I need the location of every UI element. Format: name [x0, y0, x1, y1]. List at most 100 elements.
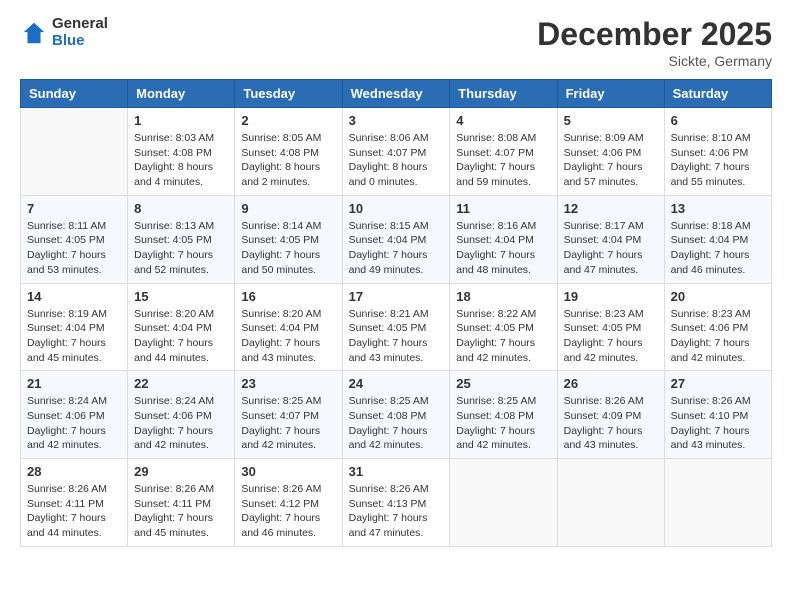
calendar-cell: 2 Sunrise: 8:05 AM Sunset: 4:08 PM Daylig… — [235, 108, 342, 196]
day-number: 17 — [349, 289, 444, 304]
day-number: 25 — [456, 376, 550, 391]
calendar-cell: 30 Sunrise: 8:26 AM Sunset: 4:12 PM Dayli… — [235, 459, 342, 547]
calendar-cell: 5Sunrise: 8:09 AM Sunset: 4:06 PM Daylig… — [557, 108, 664, 196]
calendar-cell: 28 Sunrise: 8:26 AM Sunset: 4:11 PM Dayli… — [21, 459, 128, 547]
calendar-cell: 10 Sunrise: 8:15 AM Sunset: 4:04 PM Dayli… — [342, 195, 450, 283]
logo-general: General — [52, 16, 108, 33]
calendar-cell: 6 Sunrise: 8:10 AM Sunset: 4:06 PM Daylig… — [664, 108, 771, 196]
day-number: 2 — [241, 113, 335, 128]
day-number: 27 — [671, 376, 765, 391]
weekday-header: Sunday — [21, 80, 128, 108]
day-info: Sunrise: 8:10 AM Sunset: 4:06 PM Dayligh… — [671, 131, 765, 190]
calendar-cell: 27 Sunrise: 8:26 AM Sunset: 4:10 PM Dayli… — [664, 371, 771, 459]
day-info: Sunrise: 8:26 AM Sunset: 4:12 PM Dayligh… — [241, 482, 335, 541]
calendar-cell: 13 Sunrise: 8:18 AM Sunset: 4:04 PM Dayli… — [664, 195, 771, 283]
calendar-week-row: 14 Sunrise: 8:19 AM Sunset: 4:04 PM Dayli… — [21, 283, 772, 371]
day-info: Sunrise: 8:08 AM Sunset: 4:07 PM Dayligh… — [456, 131, 550, 190]
day-info: Sunrise: 8:17 AM Sunset: 4:04 PM Dayligh… — [564, 219, 658, 278]
day-number: 12 — [564, 201, 658, 216]
day-number: 24 — [349, 376, 444, 391]
weekday-header: Saturday — [664, 80, 771, 108]
day-info: Sunrise: 8:23 AM Sunset: 4:05 PM Dayligh… — [564, 307, 658, 366]
calendar-table: SundayMondayTuesdayWednesdayThursdayFrid… — [20, 79, 772, 547]
day-info: Sunrise: 8:19 AM Sunset: 4:04 PM Dayligh… — [27, 307, 121, 366]
location: Sickte, Germany — [537, 53, 772, 69]
calendar-week-row: 7 Sunrise: 8:11 AM Sunset: 4:05 PM Daylig… — [21, 195, 772, 283]
page-header: General Blue December 2025 Sickte, Germa… — [20, 16, 772, 69]
day-info: Sunrise: 8:25 AM Sunset: 4:08 PM Dayligh… — [349, 394, 444, 453]
day-info: Sunrise: 8:26 AM Sunset: 4:10 PM Dayligh… — [671, 394, 765, 453]
day-number: 20 — [671, 289, 765, 304]
calendar-cell — [557, 459, 664, 547]
calendar-week-row: 21 Sunrise: 8:24 AM Sunset: 4:06 PM Dayli… — [21, 371, 772, 459]
weekday-header: Friday — [557, 80, 664, 108]
day-info: Sunrise: 8:18 AM Sunset: 4:04 PM Dayligh… — [671, 219, 765, 278]
calendar-cell: 4 Sunrise: 8:08 AM Sunset: 4:07 PM Daylig… — [450, 108, 557, 196]
calendar-cell: 24 Sunrise: 8:25 AM Sunset: 4:08 PM Dayli… — [342, 371, 450, 459]
day-number: 4 — [456, 113, 550, 128]
day-number: 5 — [564, 113, 658, 128]
calendar-cell: 19 Sunrise: 8:23 AM Sunset: 4:05 PM Dayli… — [557, 283, 664, 371]
day-info: Sunrise: 8:25 AM Sunset: 4:07 PM Dayligh… — [241, 394, 335, 453]
weekday-header: Tuesday — [235, 80, 342, 108]
day-number: 14 — [27, 289, 121, 304]
day-number: 10 — [349, 201, 444, 216]
day-info: Sunrise: 8:25 AM Sunset: 4:08 PM Dayligh… — [456, 394, 550, 453]
day-info: Sunrise: 8:20 AM Sunset: 4:04 PM Dayligh… — [134, 307, 228, 366]
day-number: 30 — [241, 464, 335, 479]
weekday-header: Monday — [128, 80, 235, 108]
calendar-cell: 17 Sunrise: 8:21 AM Sunset: 4:05 PM Dayli… — [342, 283, 450, 371]
weekday-header-row: SundayMondayTuesdayWednesdayThursdayFrid… — [21, 80, 772, 108]
calendar-cell: 26 Sunrise: 8:26 AM Sunset: 4:09 PM Dayli… — [557, 371, 664, 459]
day-number: 21 — [27, 376, 121, 391]
calendar-cell — [21, 108, 128, 196]
day-info: Sunrise: 8:16 AM Sunset: 4:04 PM Dayligh… — [456, 219, 550, 278]
calendar-cell: 8Sunrise: 8:13 AM Sunset: 4:05 PM Daylig… — [128, 195, 235, 283]
day-number: 26 — [564, 376, 658, 391]
day-info: Sunrise: 8:15 AM Sunset: 4:04 PM Dayligh… — [349, 219, 444, 278]
day-number: 15 — [134, 289, 228, 304]
day-info: Sunrise: 8:06 AM Sunset: 4:07 PM Dayligh… — [349, 131, 444, 190]
day-number: 29 — [134, 464, 228, 479]
day-info: Sunrise: 8:26 AM Sunset: 4:09 PM Dayligh… — [564, 394, 658, 453]
calendar-week-row: 1Sunrise: 8:03 AM Sunset: 4:08 PM Daylig… — [21, 108, 772, 196]
calendar-cell: 29 Sunrise: 8:26 AM Sunset: 4:11 PM Dayli… — [128, 459, 235, 547]
day-info: Sunrise: 8:13 AM Sunset: 4:05 PM Dayligh… — [134, 219, 228, 278]
day-info: Sunrise: 8:21 AM Sunset: 4:05 PM Dayligh… — [349, 307, 444, 366]
day-number: 31 — [349, 464, 444, 479]
day-number: 16 — [241, 289, 335, 304]
day-info: Sunrise: 8:24 AM Sunset: 4:06 PM Dayligh… — [27, 394, 121, 453]
calendar-week-row: 28 Sunrise: 8:26 AM Sunset: 4:11 PM Dayli… — [21, 459, 772, 547]
day-info: Sunrise: 8:22 AM Sunset: 4:05 PM Dayligh… — [456, 307, 550, 366]
calendar-cell: 22Sunrise: 8:24 AM Sunset: 4:06 PM Dayli… — [128, 371, 235, 459]
calendar-cell: 16 Sunrise: 8:20 AM Sunset: 4:04 PM Dayli… — [235, 283, 342, 371]
calendar-cell: 3 Sunrise: 8:06 AM Sunset: 4:07 PM Daylig… — [342, 108, 450, 196]
calendar-cell: 25 Sunrise: 8:25 AM Sunset: 4:08 PM Dayli… — [450, 371, 557, 459]
weekday-header: Wednesday — [342, 80, 450, 108]
day-info: Sunrise: 8:20 AM Sunset: 4:04 PM Dayligh… — [241, 307, 335, 366]
logo-blue: Blue — [52, 33, 108, 50]
day-info: Sunrise: 8:26 AM Sunset: 4:13 PM Dayligh… — [349, 482, 444, 541]
day-number: 28 — [27, 464, 121, 479]
day-number: 22 — [134, 376, 228, 391]
calendar-cell: 11Sunrise: 8:16 AM Sunset: 4:04 PM Dayli… — [450, 195, 557, 283]
calendar-cell: 7 Sunrise: 8:11 AM Sunset: 4:05 PM Daylig… — [21, 195, 128, 283]
day-number: 6 — [671, 113, 765, 128]
day-number: 1 — [134, 113, 228, 128]
day-info: Sunrise: 8:05 AM Sunset: 4:08 PM Dayligh… — [241, 131, 335, 190]
day-number: 7 — [27, 201, 121, 216]
day-number: 3 — [349, 113, 444, 128]
day-info: Sunrise: 8:14 AM Sunset: 4:05 PM Dayligh… — [241, 219, 335, 278]
month-title: December 2025 — [537, 16, 772, 53]
weekday-header: Thursday — [450, 80, 557, 108]
calendar-cell — [664, 459, 771, 547]
day-number: 18 — [456, 289, 550, 304]
day-number: 19 — [564, 289, 658, 304]
day-number: 13 — [671, 201, 765, 216]
day-info: Sunrise: 8:26 AM Sunset: 4:11 PM Dayligh… — [27, 482, 121, 541]
day-number: 9 — [241, 201, 335, 216]
logo-text: General Blue — [52, 16, 108, 49]
day-info: Sunrise: 8:11 AM Sunset: 4:05 PM Dayligh… — [27, 219, 121, 278]
day-info: Sunrise: 8:26 AM Sunset: 4:11 PM Dayligh… — [134, 482, 228, 541]
day-number: 23 — [241, 376, 335, 391]
